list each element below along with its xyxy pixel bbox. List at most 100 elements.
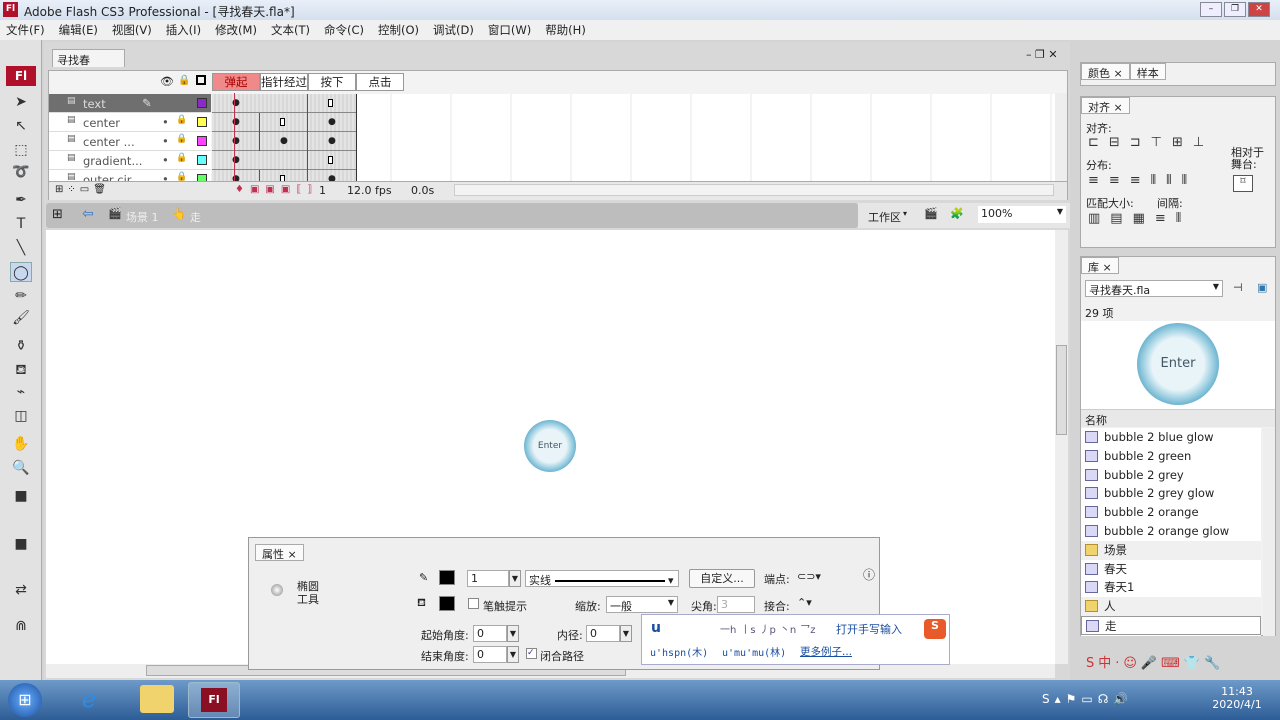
library-item[interactable]: bubble 2 blue glow <box>1081 428 1261 447</box>
end-angle-dropdown[interactable]: ▼ <box>507 646 519 663</box>
fill-color-icon[interactable]: ■ <box>10 534 32 554</box>
swap-colors-icon[interactable]: ⇄ <box>10 580 32 600</box>
library-item[interactable]: bubble 2 grey <box>1081 465 1261 485</box>
stroke-hint-checkbox[interactable] <box>468 598 479 609</box>
breadcrumb-scene[interactable]: 场景 1 <box>126 209 159 225</box>
tab-properties[interactable]: 属性 × <box>255 544 304 561</box>
layer-name[interactable]: gradient... <box>83 154 142 168</box>
enter-button-symbol[interactable]: Enter <box>524 420 576 472</box>
back-arrow-icon[interactable]: ⇦ <box>82 206 94 222</box>
explorer-icon[interactable] <box>140 685 174 713</box>
new-library-icon[interactable]: ▣ <box>1257 281 1267 294</box>
layer-row[interactable]: ▤ center ... • 🔒 <box>49 132 211 151</box>
flash-taskbar-button[interactable]: Fl <box>188 682 240 718</box>
layer-row[interactable]: ▤ center • 🔒 <box>49 113 211 132</box>
start-angle-input[interactable]: 0 <box>473 625 507 642</box>
layer-buttons[interactable]: ⊞⁘▭🗑 <box>55 184 110 195</box>
menu-text[interactable]: 文本(T) <box>271 22 310 38</box>
snap-icon[interactable]: ⋒ <box>10 616 32 636</box>
visibility-dot[interactable]: • <box>162 115 169 129</box>
line-tool-icon[interactable]: ╲ <box>10 238 32 258</box>
playhead[interactable] <box>234 93 235 183</box>
match-space-buttons[interactable]: ▥▤▦≡⫴ <box>1088 211 1191 226</box>
frame-label-over[interactable]: 指针经过 <box>260 73 308 91</box>
frame-label-up[interactable]: 弹起 <box>212 73 260 91</box>
inner-radius-input[interactable]: 0 <box>586 625 620 642</box>
menu-modify[interactable]: 修改(M) <box>215 22 257 38</box>
visibility-dot[interactable]: • <box>162 134 169 148</box>
menu-view[interactable]: 视图(V) <box>112 22 152 38</box>
menu-control[interactable]: 控制(O) <box>378 22 419 38</box>
breadcrumb-symbol[interactable]: 走 <box>190 209 201 225</box>
layer-outline-color[interactable] <box>197 98 207 108</box>
close-button[interactable]: ✕ <box>1248 2 1270 17</box>
miter-input[interactable]: 3 <box>717 596 755 613</box>
layer-name[interactable]: center ... <box>83 135 135 149</box>
library-item[interactable]: bubble 2 green <box>1081 446 1261 466</box>
pen-tool-icon[interactable]: ✒ <box>10 190 32 210</box>
library-item[interactable]: 春天1 <box>1081 578 1261 598</box>
eraser-icon[interactable]: ◫ <box>10 406 32 426</box>
library-scrollbar[interactable] <box>1263 428 1275 636</box>
oval-tool-icon[interactable]: ◯ <box>10 262 32 282</box>
selection-tool-icon[interactable]: ➤ <box>10 92 32 112</box>
close-path-checkbox[interactable]: ✓ <box>526 648 537 659</box>
layer-name[interactable]: center <box>83 116 120 130</box>
workspace-menu[interactable]: 工作区 <box>868 209 901 225</box>
frame-label-hit[interactable]: 点击 <box>356 73 404 91</box>
frame-label-down[interactable]: 按下 <box>308 73 356 91</box>
library-item[interactable]: 场景 <box>1081 540 1261 560</box>
minimize-button[interactable]: – <box>1200 2 1222 17</box>
layer-outline-color[interactable] <box>197 136 207 146</box>
lock-icon[interactable]: 🔒 <box>176 153 187 163</box>
custom-button[interactable]: 自定义... <box>689 569 755 588</box>
library-item[interactable]: 走 <box>1081 615 1261 635</box>
timeline-hscrollbar[interactable] <box>454 184 1054 196</box>
lock-icon[interactable]: 🔒 <box>178 75 190 86</box>
library-item[interactable]: 人 <box>1081 597 1261 616</box>
library-item[interactable]: 春天 <box>1081 559 1261 579</box>
tab-align[interactable]: 对齐 × <box>1081 97 1130 114</box>
clock[interactable]: 11:43 2020/4/1 <box>1212 685 1262 711</box>
ime-example-2[interactable]: u'mu'mu(林) <box>722 644 786 659</box>
stroke-width-dropdown[interactable]: ▼ <box>509 570 521 587</box>
pencil-tool-icon[interactable]: ✏ <box>10 286 32 306</box>
menu-file[interactable]: 文件(F) <box>6 22 45 38</box>
stroke-color-swatch[interactable] <box>439 570 455 585</box>
ime-stroke-buttons[interactable]: 一h 丨s 丿p 丶n 乛z <box>720 621 816 636</box>
visibility-dot[interactable]: • <box>162 153 169 167</box>
layer-row[interactable]: ▤ gradient... • 🔒 <box>49 151 211 170</box>
brush-tool-icon[interactable]: 🖌 <box>10 308 32 328</box>
help-icon[interactable]: ⓘ <box>863 566 875 583</box>
library-item[interactable]: bubble 2 orange <box>1081 503 1261 522</box>
text-tool-icon[interactable]: T <box>10 214 32 234</box>
pin-icon[interactable]: ⊣ <box>1233 281 1243 294</box>
document-tab[interactable]: 寻找春天.fla* <box>52 49 125 83</box>
ie-icon[interactable]: ℯ <box>82 685 96 713</box>
frame-rate[interactable]: 12.0 fps <box>347 184 392 197</box>
doc-window-controls[interactable]: – ❐ ✕ <box>1026 48 1058 61</box>
inner-radius-dropdown[interactable]: ▼ <box>620 625 632 642</box>
menu-debug[interactable]: 调试(D) <box>433 22 474 38</box>
menu-help[interactable]: 帮助(H) <box>545 22 586 38</box>
maximize-button[interactable]: ❐ <box>1224 2 1246 17</box>
start-angle-dropdown[interactable]: ▼ <box>507 625 519 642</box>
lock-icon[interactable]: 🔒 <box>176 115 187 125</box>
stroke-color-icon[interactable]: ■ <box>10 486 32 506</box>
timeline-vscrollbar[interactable] <box>1055 93 1067 181</box>
onion-skin-icons[interactable]: ♦▣▣▣⟦⟧ <box>235 184 318 195</box>
stroke-width-input[interactable]: 1 <box>467 570 509 587</box>
zoom-tool-icon[interactable]: 🔍 <box>10 458 32 478</box>
tray-icons[interactable]: S▴⚑▭☊🔊 <box>1042 692 1133 706</box>
library-column-name[interactable]: 名称 <box>1081 409 1275 427</box>
menu-edit[interactable]: 编辑(E) <box>59 22 98 38</box>
end-angle-input[interactable]: 0 <box>473 646 507 663</box>
layer-outline-color[interactable] <box>197 155 207 165</box>
ime-toolbar[interactable]: S中·☺🎤⌨👕🔧 <box>1086 652 1224 671</box>
distribute-buttons[interactable]: ≡≡≡⫴⫴⫴ <box>1088 173 1197 188</box>
ime-example-1[interactable]: u'hspn(木) <box>650 644 708 659</box>
free-transform-tool-icon[interactable]: ⬚ <box>10 140 32 160</box>
scale-select[interactable]: 一般 ▼ <box>606 596 678 613</box>
library-file-select[interactable]: 寻找春天.fla ▼ <box>1085 280 1223 297</box>
paint-bucket-icon[interactable]: ⛾ <box>10 360 32 380</box>
